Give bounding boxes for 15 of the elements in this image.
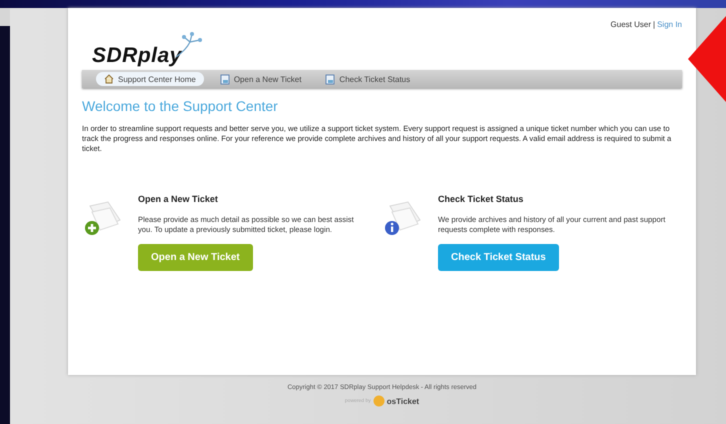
nav-tab[interactable]: Check Ticket Status: [317, 72, 418, 86]
action-title: Check Ticket Status: [438, 194, 524, 204]
nav-tab[interactable]: Support Center Home: [96, 72, 204, 86]
action-title: Open a New Ticket: [138, 194, 219, 204]
brand-logo-icon: [372, 395, 385, 407]
welcome-heading: Welcome to the Support Center: [82, 98, 279, 114]
document-icon: [325, 74, 336, 84]
user-name: Guest User: [610, 20, 652, 31]
logo-text: SDRplay: [92, 44, 182, 68]
nav-tab[interactable]: Open a New Ticket: [212, 72, 310, 86]
sign-in-link[interactable]: Sign In: [657, 20, 682, 70]
home-icon: [104, 74, 114, 84]
brand-name: osTicket: [386, 396, 420, 406]
document-icon: [220, 74, 230, 84]
separator: |: [653, 20, 656, 31]
